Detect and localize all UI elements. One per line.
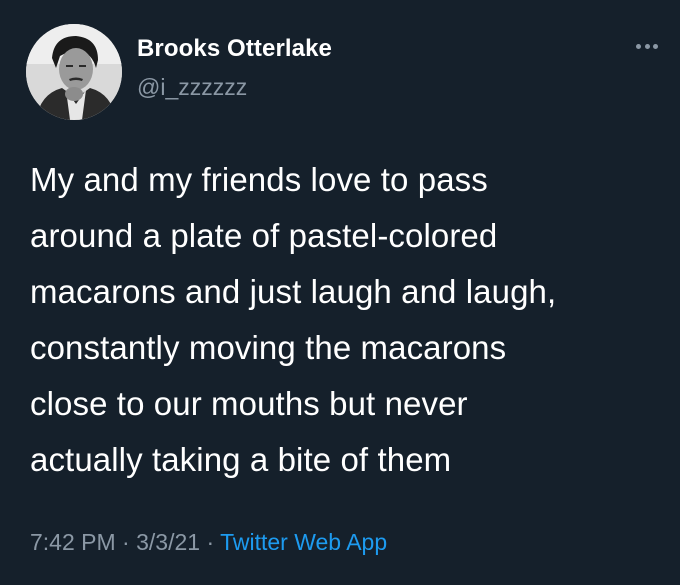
tweet-time[interactable]: 7:42 PM (30, 529, 116, 555)
more-dot (644, 43, 650, 49)
meta-separator: · (200, 529, 221, 555)
tweet-card: Brooks Otterlake @i_zzzzzz My and my fri… (0, 0, 680, 585)
tweet-source-link[interactable]: Twitter Web App (220, 529, 387, 555)
author-display-name[interactable]: Brooks Otterlake (137, 35, 332, 63)
more-dot (653, 43, 658, 49)
tweet-text-line: around a plate of pastel-colored (30, 217, 498, 254)
tweet-text-line: actually taking a bite of them (30, 441, 452, 478)
tweet-meta: 7:42 PM · 3/3/21 · Twitter Web App (30, 529, 387, 556)
tweet-text-line: constantly moving the macarons (30, 329, 507, 366)
author-handle[interactable]: @i_zzzzzz (137, 74, 247, 101)
tweet-text-line: My and my friends love to pass (30, 161, 488, 198)
tweet-text-line: macarons and just laugh and laugh, (30, 273, 557, 310)
meta-separator: · (115, 529, 137, 555)
more-dot (636, 43, 641, 49)
tweet-text: My and my friends love to pass around a … (30, 152, 650, 488)
tweet-text-line: close to our mouths but never (30, 385, 468, 422)
tweet-date[interactable]: 3/3/21 (136, 529, 200, 555)
more-options-icon[interactable] (636, 36, 658, 56)
avatar-photo-icon (26, 24, 122, 120)
author-avatar[interactable] (26, 24, 122, 120)
